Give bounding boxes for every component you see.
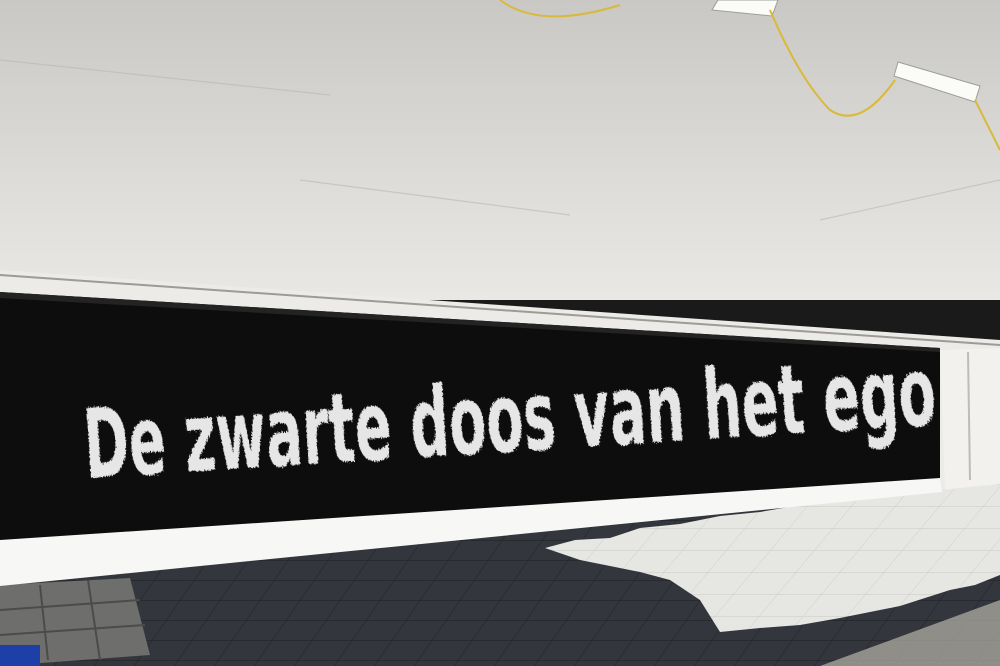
photo-scene: De zwarte doos van het ego	[0, 0, 1000, 666]
ceiling	[0, 0, 1000, 300]
blue-object	[0, 645, 40, 666]
scene-svg: De zwarte doos van het ego	[0, 0, 1000, 666]
